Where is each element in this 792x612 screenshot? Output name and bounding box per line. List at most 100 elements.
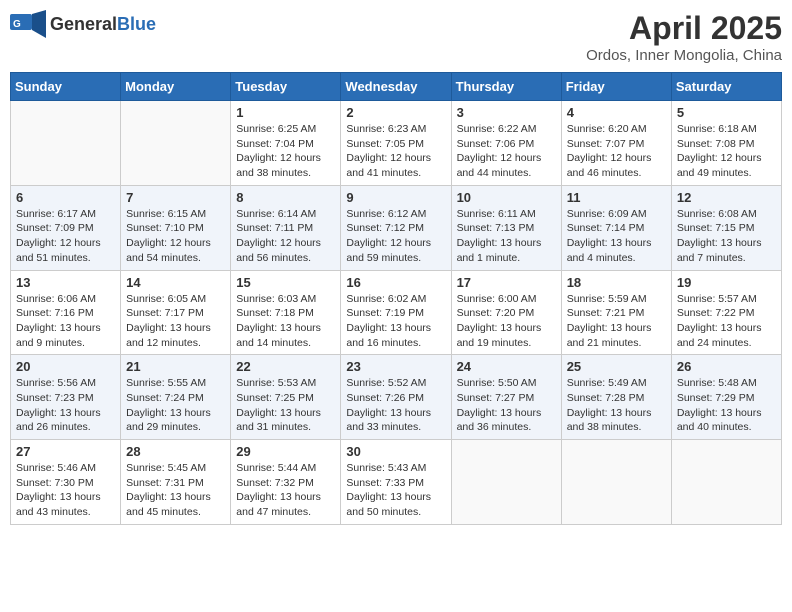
day-info: Sunrise: 5:46 AM Sunset: 7:30 PM Dayligh… [16, 461, 115, 520]
calendar-cell: 12 Sunrise: 6:08 AM Sunset: 7:15 PM Dayli… [671, 185, 781, 270]
day-info: Sunrise: 5:57 AM Sunset: 7:22 PM Dayligh… [677, 292, 776, 351]
week-row-4: 20 Sunrise: 5:56 AM Sunset: 7:23 PM Dayli… [11, 355, 782, 440]
day-info: Sunrise: 6:02 AM Sunset: 7:19 PM Dayligh… [346, 292, 445, 351]
day-number: 12 [677, 190, 776, 205]
calendar-cell: 1 Sunrise: 6:25 AM Sunset: 7:04 PM Daylig… [231, 101, 341, 186]
weekday-header-tuesday: Tuesday [231, 73, 341, 101]
calendar-cell: 30Sunrise: 5:43 AM Sunset: 7:33 PM Dayli… [341, 440, 451, 525]
week-row-2: 6 Sunrise: 6:17 AM Sunset: 7:09 PM Daylig… [11, 185, 782, 270]
day-number: 16 [346, 275, 445, 290]
calendar-cell: 21 Sunrise: 5:55 AM Sunset: 7:24 PM Dayli… [121, 355, 231, 440]
day-number: 1 [236, 105, 335, 120]
calendar-cell: 26 Sunrise: 5:48 AM Sunset: 7:29 PM Dayli… [671, 355, 781, 440]
day-number: 29 [236, 444, 335, 459]
header: G GeneralBlue April 2025 Ordos, Inner Mo… [10, 10, 782, 64]
calendar-cell: 3Sunrise: 6:22 AM Sunset: 7:06 PM Daylig… [451, 101, 561, 186]
day-info: Sunrise: 6:05 AM Sunset: 7:17 PM Dayligh… [126, 292, 225, 351]
calendar-cell [561, 440, 671, 525]
calendar-cell: 28 Sunrise: 5:45 AM Sunset: 7:31 PM Dayli… [121, 440, 231, 525]
day-info: Sunrise: 6:20 AM Sunset: 7:07 PM Dayligh… [567, 122, 666, 181]
weekday-header-thursday: Thursday [451, 73, 561, 101]
calendar-cell: 13Sunrise: 6:06 AM Sunset: 7:16 PM Dayli… [11, 270, 121, 355]
day-info: Sunrise: 6:15 AM Sunset: 7:10 PM Dayligh… [126, 207, 225, 266]
day-info: Sunrise: 6:17 AM Sunset: 7:09 PM Dayligh… [16, 207, 115, 266]
day-info: Sunrise: 5:55 AM Sunset: 7:24 PM Dayligh… [126, 376, 225, 435]
calendar-cell: 14Sunrise: 6:05 AM Sunset: 7:17 PM Dayli… [121, 270, 231, 355]
day-info: Sunrise: 5:49 AM Sunset: 7:28 PM Dayligh… [567, 376, 666, 435]
day-info: Sunrise: 5:44 AM Sunset: 7:32 PM Dayligh… [236, 461, 335, 520]
weekday-header-row: SundayMondayTuesdayWednesdayThursdayFrid… [11, 73, 782, 101]
calendar-cell: 18 Sunrise: 5:59 AM Sunset: 7:21 PM Dayli… [561, 270, 671, 355]
calendar-table: SundayMondayTuesdayWednesdayThursdayFrid… [10, 72, 782, 525]
day-number: 21 [126, 359, 225, 374]
calendar-cell [671, 440, 781, 525]
day-number: 10 [457, 190, 556, 205]
calendar-cell: 5 Sunrise: 6:18 AM Sunset: 7:08 PM Daylig… [671, 101, 781, 186]
day-number: 5 [677, 105, 776, 120]
day-number: 22 [236, 359, 335, 374]
calendar-cell: 22Sunrise: 5:53 AM Sunset: 7:25 PM Dayli… [231, 355, 341, 440]
calendar-cell: 9Sunrise: 6:12 AM Sunset: 7:12 PM Daylig… [341, 185, 451, 270]
logo-icon: G [10, 10, 46, 38]
calendar-cell: 29 Sunrise: 5:44 AM Sunset: 7:32 PM Dayli… [231, 440, 341, 525]
week-row-1: 1 Sunrise: 6:25 AM Sunset: 7:04 PM Daylig… [11, 101, 782, 186]
title-area: April 2025 Ordos, Inner Mongolia, China [586, 10, 782, 64]
day-info: Sunrise: 5:45 AM Sunset: 7:31 PM Dayligh… [126, 461, 225, 520]
calendar-cell: 11 Sunrise: 6:09 AM Sunset: 7:14 PM Dayli… [561, 185, 671, 270]
day-number: 8 [236, 190, 335, 205]
weekday-header-saturday: Saturday [671, 73, 781, 101]
calendar-cell: 15Sunrise: 6:03 AM Sunset: 7:18 PM Dayli… [231, 270, 341, 355]
day-info: Sunrise: 5:59 AM Sunset: 7:21 PM Dayligh… [567, 292, 666, 351]
week-row-3: 13Sunrise: 6:06 AM Sunset: 7:16 PM Dayli… [11, 270, 782, 355]
day-info: Sunrise: 6:14 AM Sunset: 7:11 PM Dayligh… [236, 207, 335, 266]
day-number: 28 [126, 444, 225, 459]
day-info: Sunrise: 6:25 AM Sunset: 7:04 PM Dayligh… [236, 122, 335, 181]
day-number: 27 [16, 444, 115, 459]
day-info: Sunrise: 6:00 AM Sunset: 7:20 PM Dayligh… [457, 292, 556, 351]
day-info: Sunrise: 5:48 AM Sunset: 7:29 PM Dayligh… [677, 376, 776, 435]
calendar-cell: 20 Sunrise: 5:56 AM Sunset: 7:23 PM Dayli… [11, 355, 121, 440]
calendar-cell: 2Sunrise: 6:23 AM Sunset: 7:05 PM Daylig… [341, 101, 451, 186]
calendar-cell: 27 Sunrise: 5:46 AM Sunset: 7:30 PM Dayli… [11, 440, 121, 525]
day-info: Sunrise: 6:08 AM Sunset: 7:15 PM Dayligh… [677, 207, 776, 266]
day-info: Sunrise: 5:56 AM Sunset: 7:23 PM Dayligh… [16, 376, 115, 435]
day-number: 25 [567, 359, 666, 374]
day-info: Sunrise: 6:03 AM Sunset: 7:18 PM Dayligh… [236, 292, 335, 351]
calendar-cell: 24Sunrise: 5:50 AM Sunset: 7:27 PM Dayli… [451, 355, 561, 440]
day-number: 6 [16, 190, 115, 205]
calendar-cell: 16 Sunrise: 6:02 AM Sunset: 7:19 PM Dayli… [341, 270, 451, 355]
day-number: 19 [677, 275, 776, 290]
calendar-cell: 23Sunrise: 5:52 AM Sunset: 7:26 PM Dayli… [341, 355, 451, 440]
day-info: Sunrise: 6:18 AM Sunset: 7:08 PM Dayligh… [677, 122, 776, 181]
day-info: Sunrise: 5:52 AM Sunset: 7:26 PM Dayligh… [346, 376, 445, 435]
logo-blue-text: Blue [117, 14, 156, 34]
logo: G GeneralBlue [10, 10, 156, 38]
day-number: 30 [346, 444, 445, 459]
weekday-header-sunday: Sunday [11, 73, 121, 101]
calendar-cell: 19 Sunrise: 5:57 AM Sunset: 7:22 PM Dayli… [671, 270, 781, 355]
day-number: 2 [346, 105, 445, 120]
calendar-cell: 10Sunrise: 6:11 AM Sunset: 7:13 PM Dayli… [451, 185, 561, 270]
day-info: Sunrise: 6:22 AM Sunset: 7:06 PM Dayligh… [457, 122, 556, 181]
calendar-cell [451, 440, 561, 525]
week-row-5: 27 Sunrise: 5:46 AM Sunset: 7:30 PM Dayli… [11, 440, 782, 525]
day-number: 17 [457, 275, 556, 290]
day-number: 11 [567, 190, 666, 205]
calendar-cell: 8 Sunrise: 6:14 AM Sunset: 7:11 PM Daylig… [231, 185, 341, 270]
svg-text:G: G [13, 19, 21, 30]
day-number: 18 [567, 275, 666, 290]
day-number: 20 [16, 359, 115, 374]
logo-general-text: General [50, 14, 117, 34]
day-info: Sunrise: 6:06 AM Sunset: 7:16 PM Dayligh… [16, 292, 115, 351]
day-info: Sunrise: 6:09 AM Sunset: 7:14 PM Dayligh… [567, 207, 666, 266]
calendar-cell: 7Sunrise: 6:15 AM Sunset: 7:10 PM Daylig… [121, 185, 231, 270]
calendar-cell: 4 Sunrise: 6:20 AM Sunset: 7:07 PM Daylig… [561, 101, 671, 186]
calendar-cell [121, 101, 231, 186]
day-number: 26 [677, 359, 776, 374]
calendar-cell: 25 Sunrise: 5:49 AM Sunset: 7:28 PM Dayli… [561, 355, 671, 440]
day-number: 9 [346, 190, 445, 205]
weekday-header-wednesday: Wednesday [341, 73, 451, 101]
calendar-cell [11, 101, 121, 186]
day-number: 4 [567, 105, 666, 120]
location: Ordos, Inner Mongolia, China [586, 47, 782, 64]
